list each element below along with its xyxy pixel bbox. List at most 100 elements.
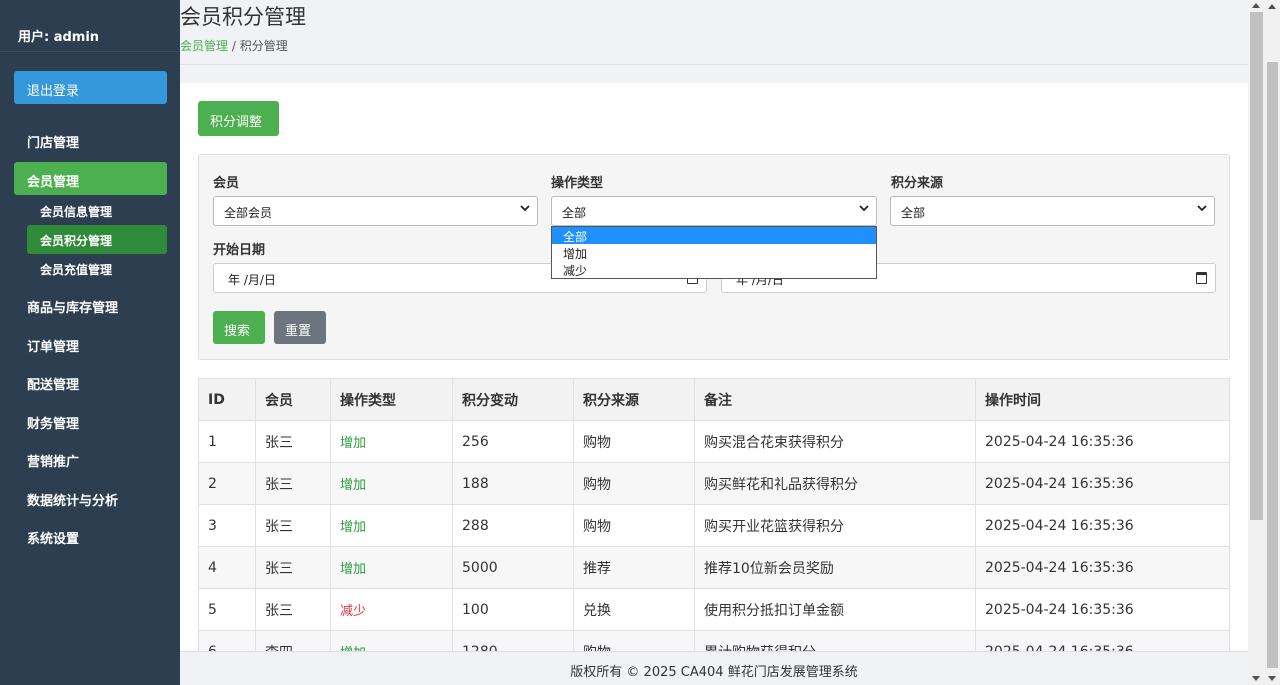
sidebar-item-settings[interactable]: 系统设置 <box>14 519 167 552</box>
cell-time: 2025-04-24 16:35:36 <box>975 462 1230 505</box>
sidebar-item-goods[interactable]: 商品与库存管理 <box>14 288 167 321</box>
op-type-filter-label: 操作类型 <box>551 176 604 191</box>
cell-remark: 使用积分抵扣订单金额 <box>694 588 976 631</box>
sidebar-item-finance[interactable]: 财务管理 <box>14 404 167 437</box>
logout-button[interactable]: 退出登录 <box>14 71 167 104</box>
cell-points: 188 <box>452 462 574 505</box>
col-header-member: 会员 <box>255 378 331 421</box>
table-row: 1 张三 增加 256 购物 购买混合花束获得积分 2025-04-24 16:… <box>198 420 1230 463</box>
table-row: 3 张三 增加 288 购物 购买开业花篮获得积分 2025-04-24 16:… <box>198 504 1230 547</box>
sidebar-item-orders[interactable]: 订单管理 <box>14 327 167 360</box>
dropdown-option-decrease[interactable]: 减少 <box>552 261 876 278</box>
col-header-id: ID <box>198 378 256 421</box>
cell-time: 2025-04-24 16:35:36 <box>975 546 1230 589</box>
member-select-value: 全部会员 <box>224 206 273 220</box>
breadcrumb-link-member[interactable]: 会员管理 <box>180 39 228 53</box>
col-header-op-type: 操作类型 <box>330 378 453 421</box>
member-select[interactable]: 全部会员 <box>213 196 538 226</box>
chevron-down-icon <box>859 205 869 212</box>
table-header-row: ID 会员 操作类型 积分变动 积分来源 备注 操作时间 <box>198 378 1230 421</box>
dropdown-option-all[interactable]: 全部 <box>552 227 876 244</box>
sidebar-item-member[interactable]: 会员管理 <box>14 162 167 195</box>
cell-id: 3 <box>198 504 256 547</box>
cell-remark: 购买鲜花和礼品获得积分 <box>694 462 976 505</box>
source-select[interactable]: 全部 <box>890 196 1215 226</box>
footer: 版权所有 © 2025 CA404 鲜花门店发展管理系统 <box>180 651 1248 685</box>
inner-scrollbar-thumb[interactable] <box>1250 12 1263 520</box>
page-header: 会员积分管理 会员管理 / 积分管理 <box>180 0 1248 65</box>
sidebar-subitem-member-info[interactable]: 会员信息管理 <box>27 196 167 225</box>
sidebar-subitem-member-recharge[interactable]: 会员充值管理 <box>27 254 167 283</box>
start-date-label: 开始日期 <box>213 243 266 258</box>
reset-button[interactable]: 重置 <box>274 311 326 344</box>
cell-member: 张三 <box>255 420 331 463</box>
cell-time: 2025-04-24 16:35:36 <box>975 588 1230 631</box>
main-panel: 积分调整 会员 全部会员 操作类型 全部 积分来源 全部 开始日期 年 /月/日… <box>180 83 1248 651</box>
cell-id: 2 <box>198 462 256 505</box>
footer-copyright: 版权所有 © 2025 CA404 鲜花门店发展管理系统 <box>570 665 858 680</box>
cell-id: 4 <box>198 546 256 589</box>
sidebar-item-store[interactable]: 门店管理 <box>14 123 167 156</box>
cell-op-type: 增加 <box>330 420 453 463</box>
user-info: 用户: admin <box>0 0 180 52</box>
sidebar-item-marketing[interactable]: 营销推广 <box>14 442 167 475</box>
col-header-remark: 备注 <box>694 378 976 421</box>
cell-remark: 购买开业花篮获得积分 <box>694 504 976 547</box>
cell-source: 购物 <box>573 504 695 547</box>
cell-points: 1280 <box>452 630 574 651</box>
breadcrumb: 会员管理 / 积分管理 <box>180 37 288 54</box>
table-row: 5 张三 减少 100 兑换 使用积分抵扣订单金额 2025-04-24 16:… <box>198 588 1230 631</box>
sidebar-subitem-member-points[interactable]: 会员积分管理 <box>27 225 167 254</box>
cell-remark: 购买混合花束获得积分 <box>694 420 976 463</box>
cell-member: 张三 <box>255 462 331 505</box>
search-button[interactable]: 搜索 <box>213 311 265 344</box>
start-date-value: 年 /月/日 <box>228 273 276 287</box>
cell-points: 100 <box>452 588 574 631</box>
page-scroll-down-arrow-icon[interactable] <box>1268 676 1276 681</box>
page-scrollbar-thumb[interactable] <box>1267 62 1278 668</box>
calendar-icon[interactable] <box>1196 272 1207 284</box>
cell-points: 5000 <box>452 546 574 589</box>
cell-source: 购物 <box>573 630 695 651</box>
cell-member: 张三 <box>255 504 331 547</box>
member-filter-label: 会员 <box>213 176 240 191</box>
user-label: 用户: admin <box>18 30 100 45</box>
op-type-dropdown-list: 全部 增加 减少 <box>551 226 877 279</box>
cell-id: 1 <box>198 420 256 463</box>
cell-remark: 累计购物获得积分 <box>694 630 976 651</box>
chevron-down-icon <box>1197 205 1207 212</box>
cell-source: 购物 <box>573 462 695 505</box>
inner-scroll-down-arrow-icon[interactable] <box>1252 676 1260 681</box>
page-scroll-up-arrow-icon[interactable] <box>1268 4 1276 9</box>
op-type-select-value: 全部 <box>562 206 587 220</box>
cell-id: 5 <box>198 588 256 631</box>
source-select-value: 全部 <box>901 206 926 220</box>
page-title: 会员积分管理 <box>180 5 306 29</box>
cell-points: 288 <box>452 504 574 547</box>
op-type-select[interactable]: 全部 <box>551 196 877 226</box>
cell-remark: 推荐10位新会员奖励 <box>694 546 976 589</box>
sidebar-item-delivery[interactable]: 配送管理 <box>14 365 167 398</box>
col-header-points-change: 积分变动 <box>452 378 574 421</box>
cell-op-type: 增加 <box>330 630 453 651</box>
inner-scroll-up-arrow-icon[interactable] <box>1252 3 1260 8</box>
points-adjust-button[interactable]: 积分调整 <box>198 101 279 136</box>
sidebar: 用户: admin 退出登录 门店管理 会员管理 会员信息管理 会员积分管理 会… <box>0 0 180 685</box>
points-table: ID 会员 操作类型 积分变动 积分来源 备注 操作时间 1 张三 增加 256… <box>198 378 1230 651</box>
breadcrumb-current: 积分管理 <box>239 39 288 53</box>
table-row: 2 张三 增加 188 购物 购买鲜花和礼品获得积分 2025-04-24 16… <box>198 462 1230 505</box>
cell-time: 2025-04-24 16:35:36 <box>975 504 1230 547</box>
cell-points: 256 <box>452 420 574 463</box>
cell-source: 购物 <box>573 420 695 463</box>
breadcrumb-separator: / <box>228 39 240 53</box>
cell-source: 兑换 <box>573 588 695 631</box>
cell-op-type: 增加 <box>330 546 453 589</box>
cell-time: 2025-04-24 16:35:36 <box>975 630 1230 651</box>
sidebar-item-analytics[interactable]: 数据统计与分析 <box>14 481 167 514</box>
col-header-time: 操作时间 <box>975 378 1230 421</box>
table-row: 4 张三 增加 5000 推荐 推荐10位新会员奖励 2025-04-24 16… <box>198 546 1230 589</box>
cell-op-type: 增加 <box>330 504 453 547</box>
dropdown-option-increase[interactable]: 增加 <box>552 244 876 261</box>
cell-op-type: 增加 <box>330 462 453 505</box>
cell-id: 6 <box>198 630 256 651</box>
